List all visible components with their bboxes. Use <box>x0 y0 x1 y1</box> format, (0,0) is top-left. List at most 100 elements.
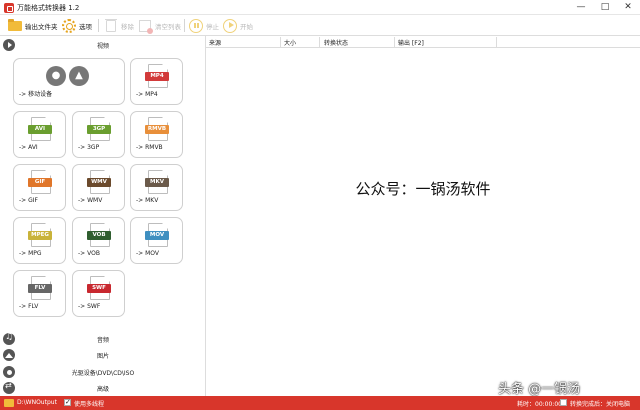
title-bar: 万能格式转换器 1.2 — □ ✕ <box>0 0 640 15</box>
clear-list-label: 清空列表 <box>155 22 181 31</box>
rmvb-file-icon: RMVB <box>145 117 169 141</box>
tile-swf[interactable]: SWF -> SWF <box>72 270 125 317</box>
tile-label: -> MPG <box>19 250 42 257</box>
remove-label: 移除 <box>121 22 134 31</box>
tile-vob[interactable]: VOB -> VOB <box>72 217 125 264</box>
gear-icon <box>61 18 77 34</box>
start-label: 开始 <box>240 22 253 31</box>
after-convert-label: 转换完成后：关闭电脑 <box>570 401 631 408</box>
tile-label: -> 移动设备 <box>19 91 53 98</box>
clear-list-button[interactable]: 清空列表 <box>137 17 181 34</box>
wmv-file-icon: WMV <box>87 170 111 194</box>
clear-list-icon <box>137 18 153 34</box>
minimize-button[interactable]: — <box>570 1 592 13</box>
tile-label: -> MOV <box>136 250 159 257</box>
trash-icon <box>103 18 119 34</box>
multithread-label: 使用多线程 <box>74 401 105 408</box>
category-disc-label: 光驱设备\DVD\CD\ISO <box>71 370 135 377</box>
tile-label: -> FLV <box>19 303 39 310</box>
folder-icon <box>7 18 23 34</box>
toolbar: 输出文件夹 选项 移除 清空列表 停止 开始 <box>0 15 640 36</box>
tile-mpg[interactable]: MPEG -> MPG <box>13 217 66 264</box>
window-title: 万能格式转换器 1.2 <box>17 4 80 12</box>
close-button[interactable]: ✕ <box>617 1 639 13</box>
format-badge: MP4 <box>145 72 169 81</box>
toolbar-divider <box>98 19 99 32</box>
gif-file-icon: GIF <box>28 170 52 194</box>
category-video[interactable]: 视频 <box>0 37 206 52</box>
output-path[interactable]: D:\WNOutput <box>17 399 57 406</box>
category-advanced-label: 高级 <box>96 386 109 393</box>
format-badge: 3GP <box>87 125 111 134</box>
avi-file-icon: AVI <box>28 117 52 141</box>
format-badge: MOV <box>145 231 169 240</box>
tile-avi[interactable]: AVI -> AVI <box>13 111 66 158</box>
output-folder-button[interactable]: 输出文件夹 <box>7 17 58 34</box>
tile-mp4[interactable]: MP4 -> MP4 <box>130 58 183 105</box>
format-badge: WMV <box>87 178 111 187</box>
play-icon <box>222 18 238 34</box>
apple-icon: ● <box>46 66 66 86</box>
tile-wmv[interactable]: WMV -> WMV <box>72 164 125 211</box>
tile-label: -> RMVB <box>136 144 163 151</box>
after-convert-checkbox[interactable] <box>560 399 567 406</box>
multithread-checkbox[interactable] <box>64 398 71 406</box>
tile-mobile[interactable]: ● ▲ -> 移动设备 <box>13 58 125 105</box>
pause-icon <box>188 18 204 34</box>
mp4-file-icon: MP4 <box>145 64 169 88</box>
format-badge: MPEG <box>28 231 52 240</box>
tile-label: -> MP4 <box>136 91 158 98</box>
3gp-file-icon: 3GP <box>87 117 111 141</box>
format-panel: 视频 ● ▲ -> 移动设备 MP4 -> MP4 AVI -> AVI 3GP… <box>0 36 206 396</box>
app-logo-icon <box>4 3 14 13</box>
category-advanced[interactable]: 高级 <box>0 380 206 395</box>
tile-3gp[interactable]: 3GP -> 3GP <box>72 111 125 158</box>
column-size[interactable]: 大小 <box>284 38 296 47</box>
vob-file-icon: VOB <box>87 223 111 247</box>
tile-rmvb[interactable]: RMVB -> RMVB <box>130 111 183 158</box>
maximize-button[interactable]: □ <box>594 1 616 13</box>
tile-label: -> WMV <box>78 197 103 204</box>
column-divider[interactable] <box>280 37 281 47</box>
stop-label: 停止 <box>206 22 219 31</box>
tile-label: -> GIF <box>19 197 38 204</box>
tile-mkv[interactable]: MKV -> MKV <box>130 164 183 211</box>
stop-button[interactable]: 停止 <box>188 17 219 34</box>
mkv-file-icon: MKV <box>145 170 169 194</box>
tile-gif[interactable]: GIF -> GIF <box>13 164 66 211</box>
column-output[interactable]: 输出 [F2] <box>398 38 424 47</box>
android-icon: ▲ <box>69 66 89 86</box>
mpeg-file-icon: MPEG <box>28 223 52 247</box>
status-bar: D:\WNOutput 使用多线程 耗时：00:00:00 转换完成后：关闭电脑 <box>0 396 640 410</box>
tile-label: -> 3GP <box>78 144 100 151</box>
column-divider[interactable] <box>319 37 320 47</box>
column-divider[interactable] <box>496 37 497 47</box>
elapsed-time: 耗时：00:00:00 <box>517 401 562 408</box>
column-source[interactable]: 来源 <box>209 38 221 47</box>
column-divider[interactable] <box>394 37 395 47</box>
swf-file-icon: SWF <box>87 276 111 300</box>
tile-flv[interactable]: FLV -> FLV <box>13 270 66 317</box>
options-label: 选项 <box>79 22 92 31</box>
column-status[interactable]: 转换状态 <box>324 38 348 47</box>
category-disc[interactable]: 光驱设备\DVD\CD\ISO <box>0 364 206 379</box>
folder-icon[interactable] <box>4 399 14 407</box>
output-folder-label: 输出文件夹 <box>25 22 58 31</box>
category-video-label: 视频 <box>96 43 109 50</box>
format-badge: MKV <box>145 178 169 187</box>
mov-file-icon: MOV <box>145 223 169 247</box>
remove-button[interactable]: 移除 <box>103 17 134 34</box>
toolbar-divider <box>184 19 185 32</box>
category-image[interactable]: 图片 <box>0 347 206 362</box>
format-badge: FLV <box>28 284 52 293</box>
format-badge: AVI <box>28 125 52 134</box>
tile-mov[interactable]: MOV -> MOV <box>130 217 183 264</box>
format-badge: VOB <box>87 231 111 240</box>
tile-label: -> VOB <box>78 250 100 257</box>
options-button[interactable]: 选项 <box>61 17 92 34</box>
start-button[interactable]: 开始 <box>222 17 253 34</box>
file-list-header: 来源 大小 转换状态 输出 [F2] <box>206 36 640 48</box>
format-badge: GIF <box>28 178 52 187</box>
category-music[interactable]: 音频 <box>0 331 206 346</box>
format-badge: RMVB <box>145 125 169 134</box>
